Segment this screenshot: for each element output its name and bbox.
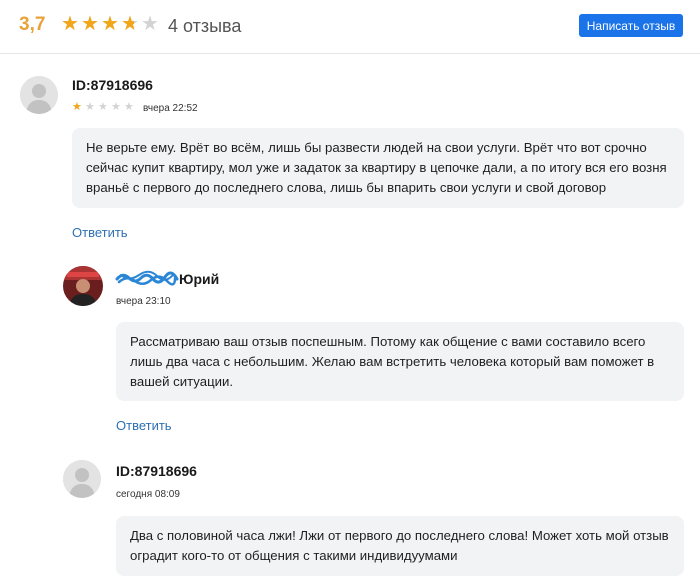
star-empty-icon: ★ [98,101,108,113]
reply-text: Рассматриваю ваш отзыв поспешным. Потому… [116,322,684,401]
review-author[interactable]: ID:87918696 [116,463,197,479]
avatar [63,460,101,498]
reply-body: Рассматриваю ваш отзыв поспешным. Потому… [130,333,655,389]
profile-photo-icon [63,266,103,306]
review-body: Два с половиной часа лжи! Лжи от первого… [130,528,669,563]
reply-link[interactable]: Ответить [116,418,172,433]
review-text: Два с половиной часа лжи! Лжи от первого… [116,516,684,576]
star-empty-icon: ★ [111,101,121,113]
review-author[interactable]: ID:87918696 [72,77,153,93]
star-half-icon: ★ ★ [121,13,139,35]
user-silhouette-icon [20,76,58,114]
star-filled-icon: ★ ★ [101,13,119,35]
review-date: вчера 22:52 [143,103,198,114]
review-body: Не верьте ему. Врёт во всём, лишь бы раз… [86,140,667,195]
redacted-name-mark [115,270,179,286]
star-empty-icon: ★ [85,101,95,113]
reply-author[interactable]: Юрий [179,271,219,287]
user-silhouette-icon [63,460,101,498]
review-stars: ★ ★ ★ ★ ★ ★ [72,102,135,113]
average-rating: 3,7 [19,14,46,35]
star-filled-icon: ★ ★ [81,13,99,35]
write-review-button[interactable]: Написать отзыв [579,14,683,37]
review-count[interactable]: 4 отзыва [168,16,241,37]
reply-date: вчера 23:10 [116,296,171,307]
review-date: сегодня 08:09 [116,489,180,500]
review-text: Не верьте ему. Врёт во всём, лишь бы раз… [72,128,684,208]
reply-link[interactable]: Ответить [72,225,128,240]
rating-stars: ★ ★ ★ ★ ★ ★ ★ ★ ★ [61,14,160,34]
avatar [63,266,103,306]
star-empty-icon: ★ [141,13,159,35]
star-filled-icon: ★ ★ [61,13,79,35]
rating-header: 3,7 ★ ★ ★ ★ ★ ★ ★ ★ ★ 4 отзыва Написать отзыв [0,0,700,54]
avatar [20,76,58,114]
star-empty-icon: ★ [124,101,134,113]
star-filled-icon: ★ ★ [72,101,82,113]
